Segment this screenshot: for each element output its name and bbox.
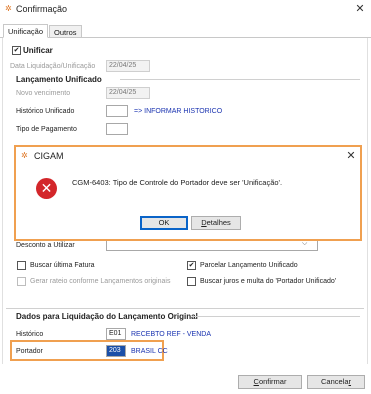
historico-unificado-label: Histórico Unificado [16, 108, 75, 115]
lancamento-group-line [120, 79, 360, 80]
error-icon: ✕ [36, 178, 57, 199]
portador-description: BRASIL CC [131, 348, 168, 355]
historico-description: RECEBTO REF - VENDA [131, 331, 211, 338]
dados-heading: Dados para Liquidação do Lançamento Orig… [16, 312, 198, 321]
tipo-pagamento-label: Tipo de Pagamento [16, 126, 77, 133]
dialog-message: CGM-6403: Tipo de Controle do Portador d… [72, 178, 283, 187]
app-logo-icon: ✲ [5, 4, 12, 13]
lancamento-heading: Lançamento Unificado [16, 75, 102, 84]
error-dialog [14, 145, 362, 241]
buscar-juros-label: Buscar juros e multa do 'Portador Unific… [200, 278, 337, 285]
detalhes-button[interactable]: Detalhes [191, 216, 241, 230]
dialog-logo-icon: ✲ [21, 151, 28, 160]
detalhes-label: etalhes [206, 218, 231, 227]
dados-top-line [6, 308, 364, 309]
dialog-title: CIGAM [34, 151, 64, 161]
portador-code-field[interactable]: 203 [106, 345, 126, 357]
window-title: Confirmação [16, 4, 68, 14]
novo-vencimento-label: Novo vencimento [16, 90, 71, 97]
confirmar-label: onfirmar [258, 377, 287, 386]
tab-outros[interactable]: Outros [49, 25, 82, 38]
historico-code-field[interactable]: E01 [106, 328, 126, 340]
tipo-pagamento-field[interactable] [106, 123, 128, 135]
historico-label: Histórico [16, 331, 44, 338]
historico-unificado-hint: => INFORMAR HISTORICO [134, 108, 223, 115]
buscar-ultima-fatura-label: Buscar última Fatura [30, 262, 95, 269]
buscar-ultima-fatura-checkbox[interactable] [17, 261, 26, 270]
novo-vencimento-field[interactable]: 22/04/25 [106, 87, 150, 99]
cancelar-accel: r [348, 377, 352, 386]
chevron-down-icon: ⌵ [302, 240, 308, 247]
portador-label: Portador [16, 348, 43, 355]
cancelar-label: Cancela [320, 377, 349, 386]
unificar-checkbox[interactable]: ✔ [12, 46, 21, 55]
tab-unificacao[interactable]: Unificação [3, 24, 49, 38]
parcelar-checkbox[interactable]: ✔ [187, 261, 196, 270]
data-liquidacao-field[interactable]: 22/04/25 [106, 60, 150, 72]
window-close-button[interactable]: ✕ [353, 2, 367, 16]
gerar-rateio-label: Gerar rateio conforme Lançamentos origin… [30, 278, 171, 285]
gerar-rateio-checkbox[interactable] [17, 277, 26, 286]
unificar-label: Unificar [23, 46, 53, 55]
data-liquidacao-label: Data Liquidação/Unificação [10, 63, 96, 70]
desconto-label: Desconto a Utilizar [16, 242, 75, 249]
dialog-close-button[interactable]: ✕ [344, 149, 358, 163]
buscar-juros-checkbox[interactable] [187, 277, 196, 286]
dados-group-line [192, 316, 360, 317]
parcelar-label: Parcelar Lançamento Unificado [200, 262, 298, 269]
ok-button[interactable]: OK [140, 216, 188, 230]
confirmar-button[interactable]: Confirmar [238, 375, 302, 389]
historico-unificado-field[interactable] [106, 105, 128, 117]
cancelar-button[interactable]: Cancelar [307, 375, 365, 389]
